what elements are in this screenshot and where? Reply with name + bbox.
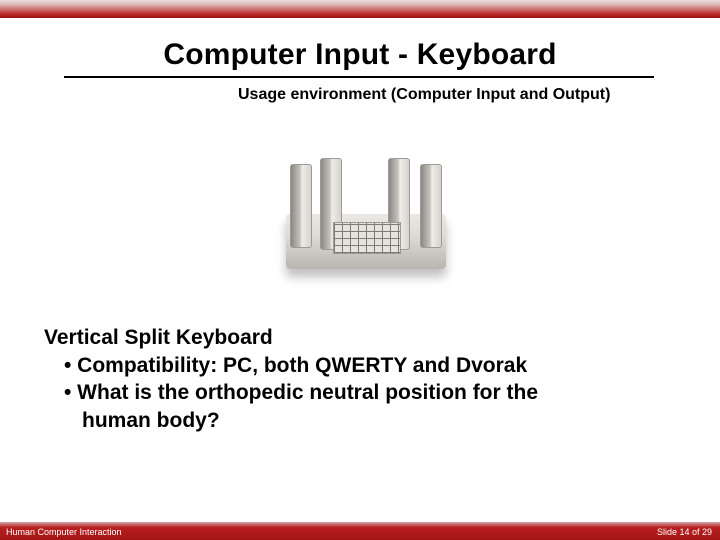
keyboard-image	[276, 144, 456, 284]
bullet-compatibility: • Compatibility: PC, both QWERTY and Dvo…	[44, 352, 658, 380]
body-text-block: Vertical Split Keyboard • Compatibility:…	[44, 324, 658, 435]
bullet-question: • What is the orthopedic neutral positio…	[44, 379, 658, 407]
footer-slide-number: Slide 14 of 29	[657, 527, 712, 537]
bullet-question-continued: human body?	[44, 407, 658, 435]
title-underline	[64, 76, 654, 78]
body-heading: Vertical Split Keyboard	[44, 324, 658, 352]
header-accent-bar	[0, 0, 720, 18]
footer-course-name: Human Computer Interaction	[6, 527, 122, 537]
slide-subtitle: Usage environment (Computer Input and Ou…	[238, 86, 610, 104]
slide-title: Computer Input - Keyboard	[0, 38, 720, 72]
